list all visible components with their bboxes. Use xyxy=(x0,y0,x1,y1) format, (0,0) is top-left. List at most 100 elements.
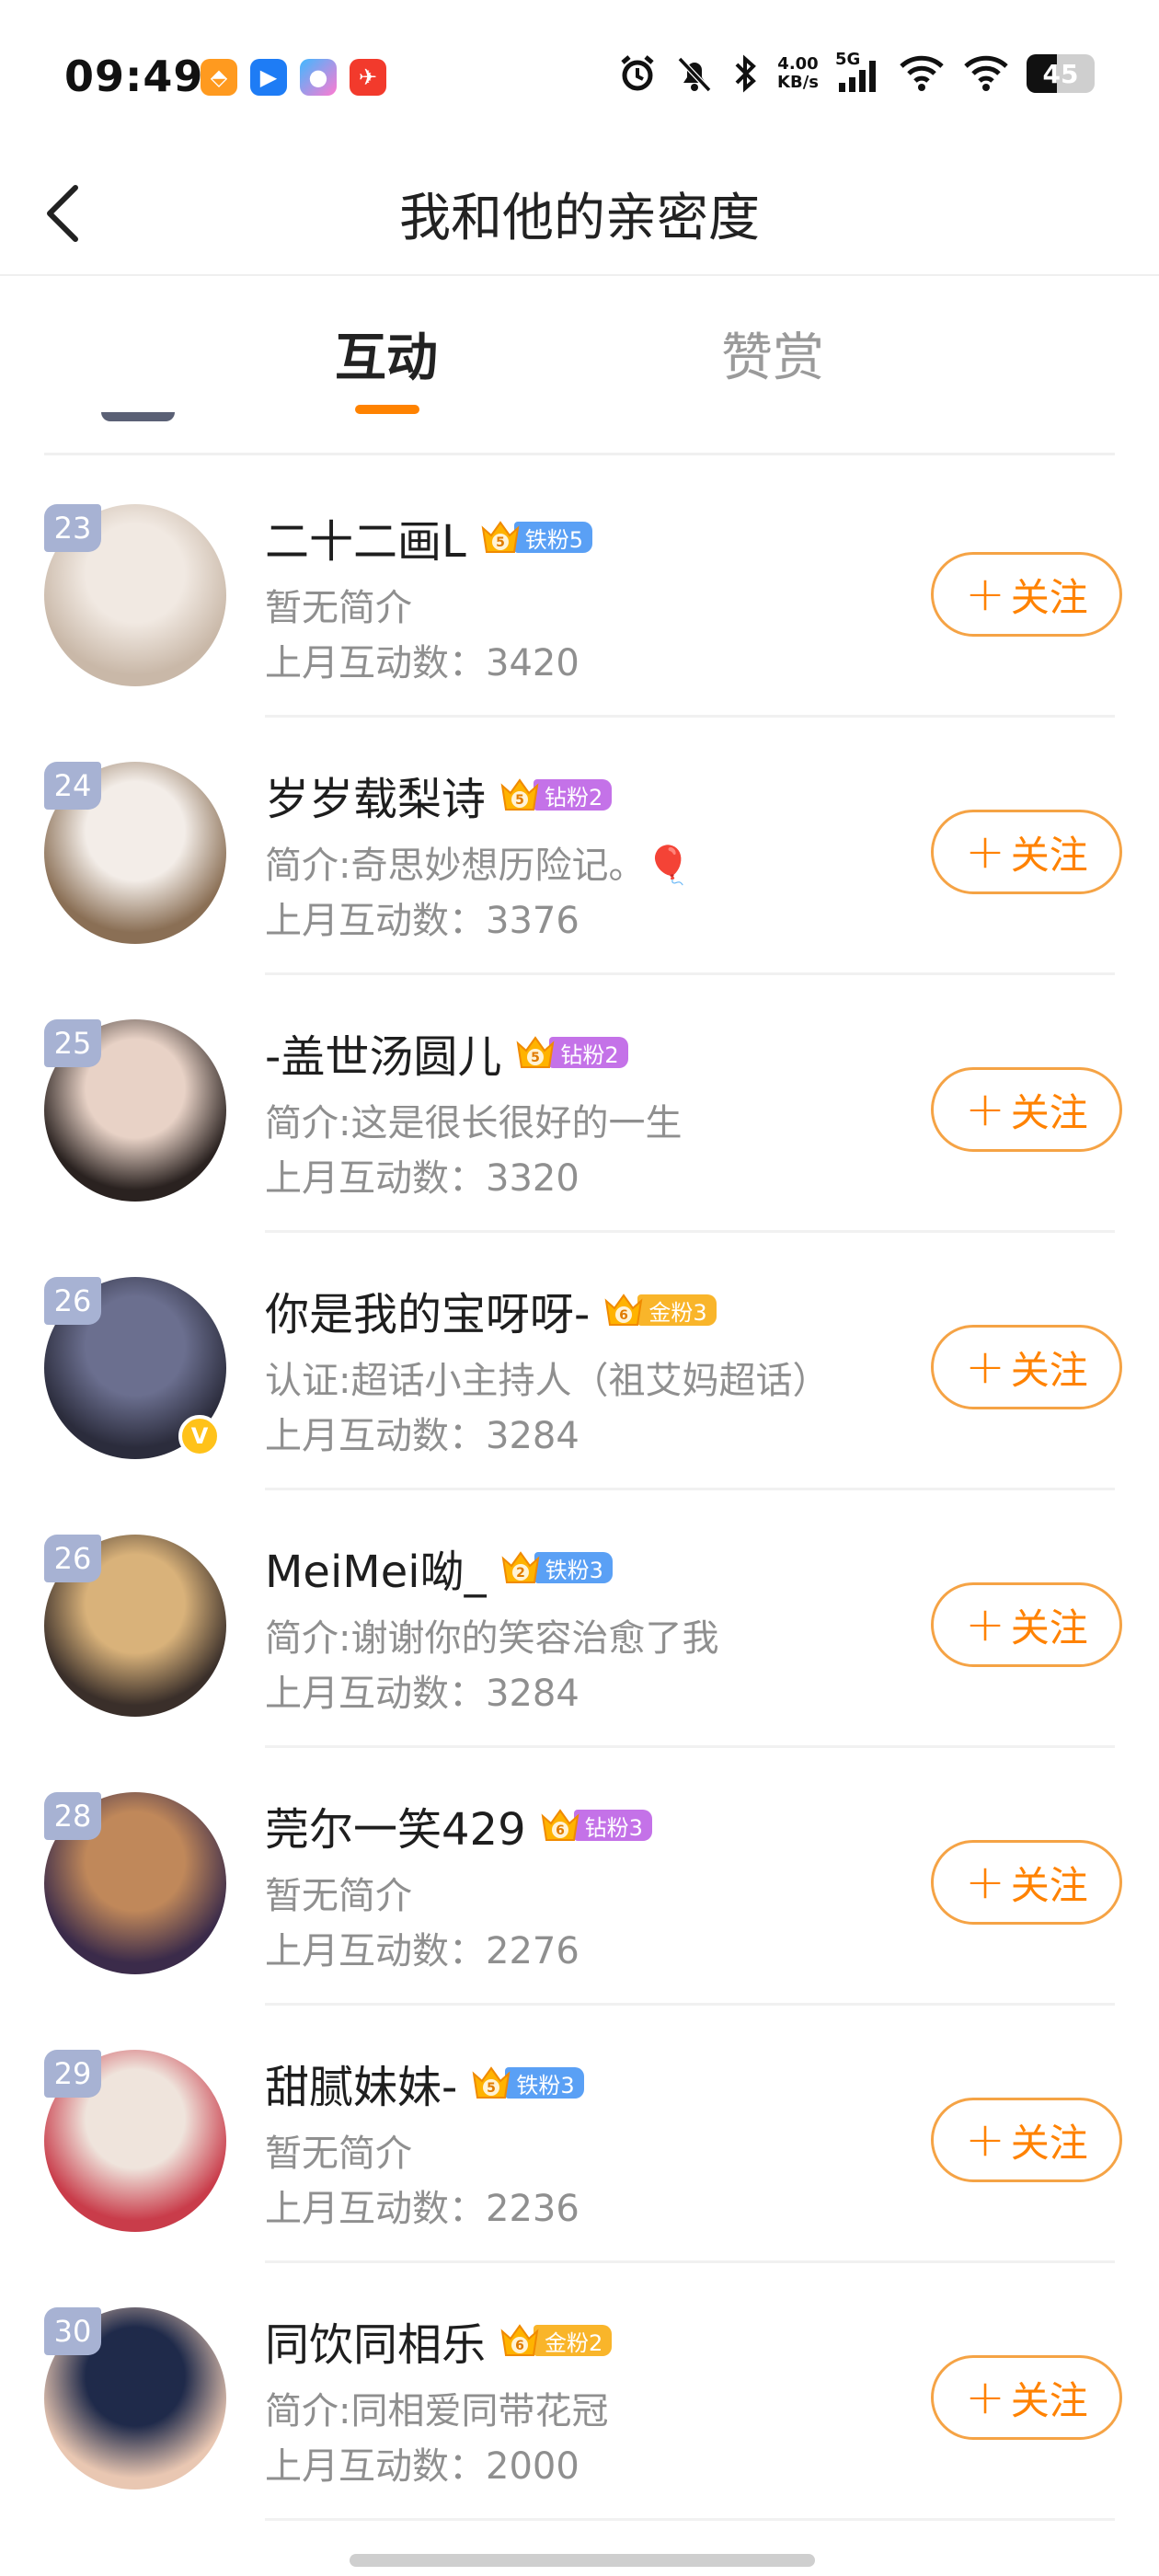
name-line: 岁岁载梨诗 5 钻粉2 xyxy=(265,763,613,827)
network-speed: 4.00 KB/s xyxy=(777,55,819,92)
follow-button[interactable]: + 关注 xyxy=(931,2355,1122,2440)
fan-badge: 5 钻粉2 xyxy=(499,775,613,815)
fan-badge: 6 金粉3 xyxy=(602,1290,717,1330)
fan-level-label: 铁粉3 xyxy=(505,2067,584,2099)
interaction-count: 上月互动数：3420 xyxy=(265,642,580,684)
fan-level-label: 金粉2 xyxy=(534,2325,613,2356)
nav-header: 我和他的亲密度 xyxy=(0,156,1159,276)
user-intro: 暂无简介 xyxy=(265,2133,412,2175)
interaction-count: 上月互动数：2276 xyxy=(265,1930,580,1972)
app-notification-icon: ✈ xyxy=(350,59,386,96)
rank-badge: 23 xyxy=(44,504,101,552)
list-item[interactable]: 23 二十二画L 5 铁粉5 暂无简介 上月互动数：3420 + 关注 xyxy=(0,460,1159,718)
crown-icon: 6 xyxy=(500,2324,539,2356)
cellular-signal: 5G xyxy=(835,50,881,94)
username[interactable]: 莞尔一笑429 xyxy=(265,1793,526,1857)
fan-level-label: 铁粉5 xyxy=(513,522,593,553)
crown-icon: 5 xyxy=(472,2066,511,2099)
bluetooth-icon xyxy=(735,54,756,93)
follow-button[interactable]: + 关注 xyxy=(931,552,1122,637)
username[interactable]: MeiMei呦_ xyxy=(265,1535,487,1600)
crown-icon: 2 xyxy=(501,1551,539,1583)
fan-badge: 5 钻粉2 xyxy=(514,1032,628,1073)
name-line: 莞尔一笑429 6 钻粉3 xyxy=(265,1793,652,1857)
tab-reward[interactable]: 赞赏 xyxy=(721,316,824,391)
fan-level-label: 金粉3 xyxy=(637,1294,717,1326)
user-intro: 暂无简介 xyxy=(265,1875,412,1917)
username[interactable]: 你是我的宝呀呀- xyxy=(265,1278,590,1342)
username[interactable]: 岁岁载梨诗 xyxy=(265,763,486,827)
crown-icon: 6 xyxy=(541,1809,580,1841)
page-title: 我和他的亲密度 xyxy=(399,189,760,248)
rank-badge: 29 xyxy=(44,2050,101,2098)
fan-badge: 5 铁粉3 xyxy=(470,2063,584,2103)
rank-badge: 26 xyxy=(44,1535,101,1582)
list-item[interactable]: 26 V 你是我的宝呀呀- 6 金粉3 认证:超话小主持人（祖艾妈超话） 上月互… xyxy=(0,1233,1159,1490)
plus-icon: + xyxy=(965,567,1005,622)
fan-badge: 6 钻粉3 xyxy=(539,1805,652,1846)
mute-bell-icon xyxy=(677,56,712,93)
follow-button[interactable]: + 关注 xyxy=(931,1067,1122,1152)
wifi-icon-2 xyxy=(964,55,1008,91)
list-item[interactable]: 24 岁岁载梨诗 5 钻粉2 简介:奇思妙想历险记。🎈 上月互动数：3376 +… xyxy=(0,718,1159,975)
fan-level-label: 钻粉2 xyxy=(534,779,613,811)
interaction-count: 上月互动数：2000 xyxy=(265,2445,580,2488)
name-line: 你是我的宝呀呀- 6 金粉3 xyxy=(265,1281,717,1340)
username[interactable]: 二十二画L xyxy=(265,505,466,569)
crown-icon: 6 xyxy=(604,1294,643,1326)
app-notification-icon: ● xyxy=(300,59,337,96)
user-intro: 简介:这是很长很好的一生 xyxy=(265,1102,683,1144)
name-line: MeiMei呦_ 2 铁粉3 xyxy=(265,1535,613,1600)
verified-badge-icon: V xyxy=(178,1415,221,1457)
username[interactable]: 同饮同相乐 xyxy=(265,2308,486,2373)
plus-icon: + xyxy=(965,1597,1005,1652)
follow-button[interactable]: + 关注 xyxy=(931,810,1122,894)
notification-icons: ⬘ ▶ ● ✈ xyxy=(201,59,386,96)
partial-avatar xyxy=(101,412,175,421)
follow-label: 关注 xyxy=(1010,1089,1088,1135)
follow-button[interactable]: + 关注 xyxy=(931,1840,1122,1925)
crown-level: 5 xyxy=(487,2081,496,2096)
fan-level-label: 铁粉3 xyxy=(534,1552,613,1583)
follow-button[interactable]: + 关注 xyxy=(931,2098,1122,2182)
interaction-count: 上月互动数：2236 xyxy=(265,2188,580,2230)
name-line: -盖世汤圆儿 5 钻粉2 xyxy=(265,1020,628,1085)
rank-badge: 24 xyxy=(44,762,101,810)
crown-level: 2 xyxy=(516,1566,525,1581)
network-type: 5G xyxy=(835,50,861,69)
fan-level-label: 钻粉3 xyxy=(573,1810,652,1841)
tab-bar: 互动 赞赏 xyxy=(0,276,1159,414)
home-indicator[interactable] xyxy=(350,2554,815,2567)
divider xyxy=(44,453,1115,455)
crown-level: 5 xyxy=(515,793,524,808)
rank-badge: 26 xyxy=(44,1277,101,1325)
battery-level: 45 xyxy=(1042,58,1079,89)
list-item[interactable]: 26 MeiMei呦_ 2 铁粉3 简介:谢谢你的笑容治愈了我 上月互动数：32… xyxy=(0,1490,1159,1748)
list-item[interactable]: 28 莞尔一笑429 6 钻粉3 暂无简介 上月互动数：2276 + 关注 xyxy=(0,1748,1159,2006)
tab-interaction[interactable]: 互动 xyxy=(335,316,438,391)
username[interactable]: -盖世汤圆儿 xyxy=(265,1020,501,1085)
rank-badge: 30 xyxy=(44,2307,101,2355)
plus-icon: + xyxy=(965,1082,1005,1137)
list-item[interactable]: 30 同饮同相乐 6 金粉2 简介:同相爱同带花冠 上月互动数：2000 + 关… xyxy=(0,2263,1159,2521)
interaction-count: 上月互动数：3320 xyxy=(265,1157,580,1200)
app-notification-icon: ▶ xyxy=(250,59,287,96)
user-intro: 认证:超话小主持人（祖艾妈超话） xyxy=(265,1360,830,1402)
fan-level-label: 钻粉2 xyxy=(549,1037,628,1068)
plus-icon: + xyxy=(965,824,1005,880)
follow-button[interactable]: + 关注 xyxy=(931,1582,1122,1667)
speed-unit: KB/s xyxy=(777,73,819,92)
follow-label: 关注 xyxy=(1010,1862,1088,1908)
list-item[interactable]: 29 甜腻妹妹- 5 铁粉3 暂无简介 上月互动数：2236 + 关注 xyxy=(0,2006,1159,2263)
follow-label: 关注 xyxy=(1010,574,1088,620)
follow-label: 关注 xyxy=(1010,1347,1088,1393)
follow-button[interactable]: + 关注 xyxy=(931,1325,1122,1409)
username[interactable]: 甜腻妹妹- xyxy=(265,2051,457,2115)
list-item[interactable]: 25 -盖世汤圆儿 5 钻粉2 简介:这是很长很好的一生 上月互动数：3320 … xyxy=(0,975,1159,1233)
plus-icon: + xyxy=(965,1340,1005,1395)
plus-icon: + xyxy=(965,2370,1005,2425)
interaction-count: 上月互动数：3376 xyxy=(265,900,580,942)
name-line: 甜腻妹妹- 5 铁粉3 xyxy=(265,2051,584,2115)
name-line: 二十二画L 5 铁粉5 xyxy=(265,505,593,569)
app-notification-icon: ⬘ xyxy=(201,59,237,96)
